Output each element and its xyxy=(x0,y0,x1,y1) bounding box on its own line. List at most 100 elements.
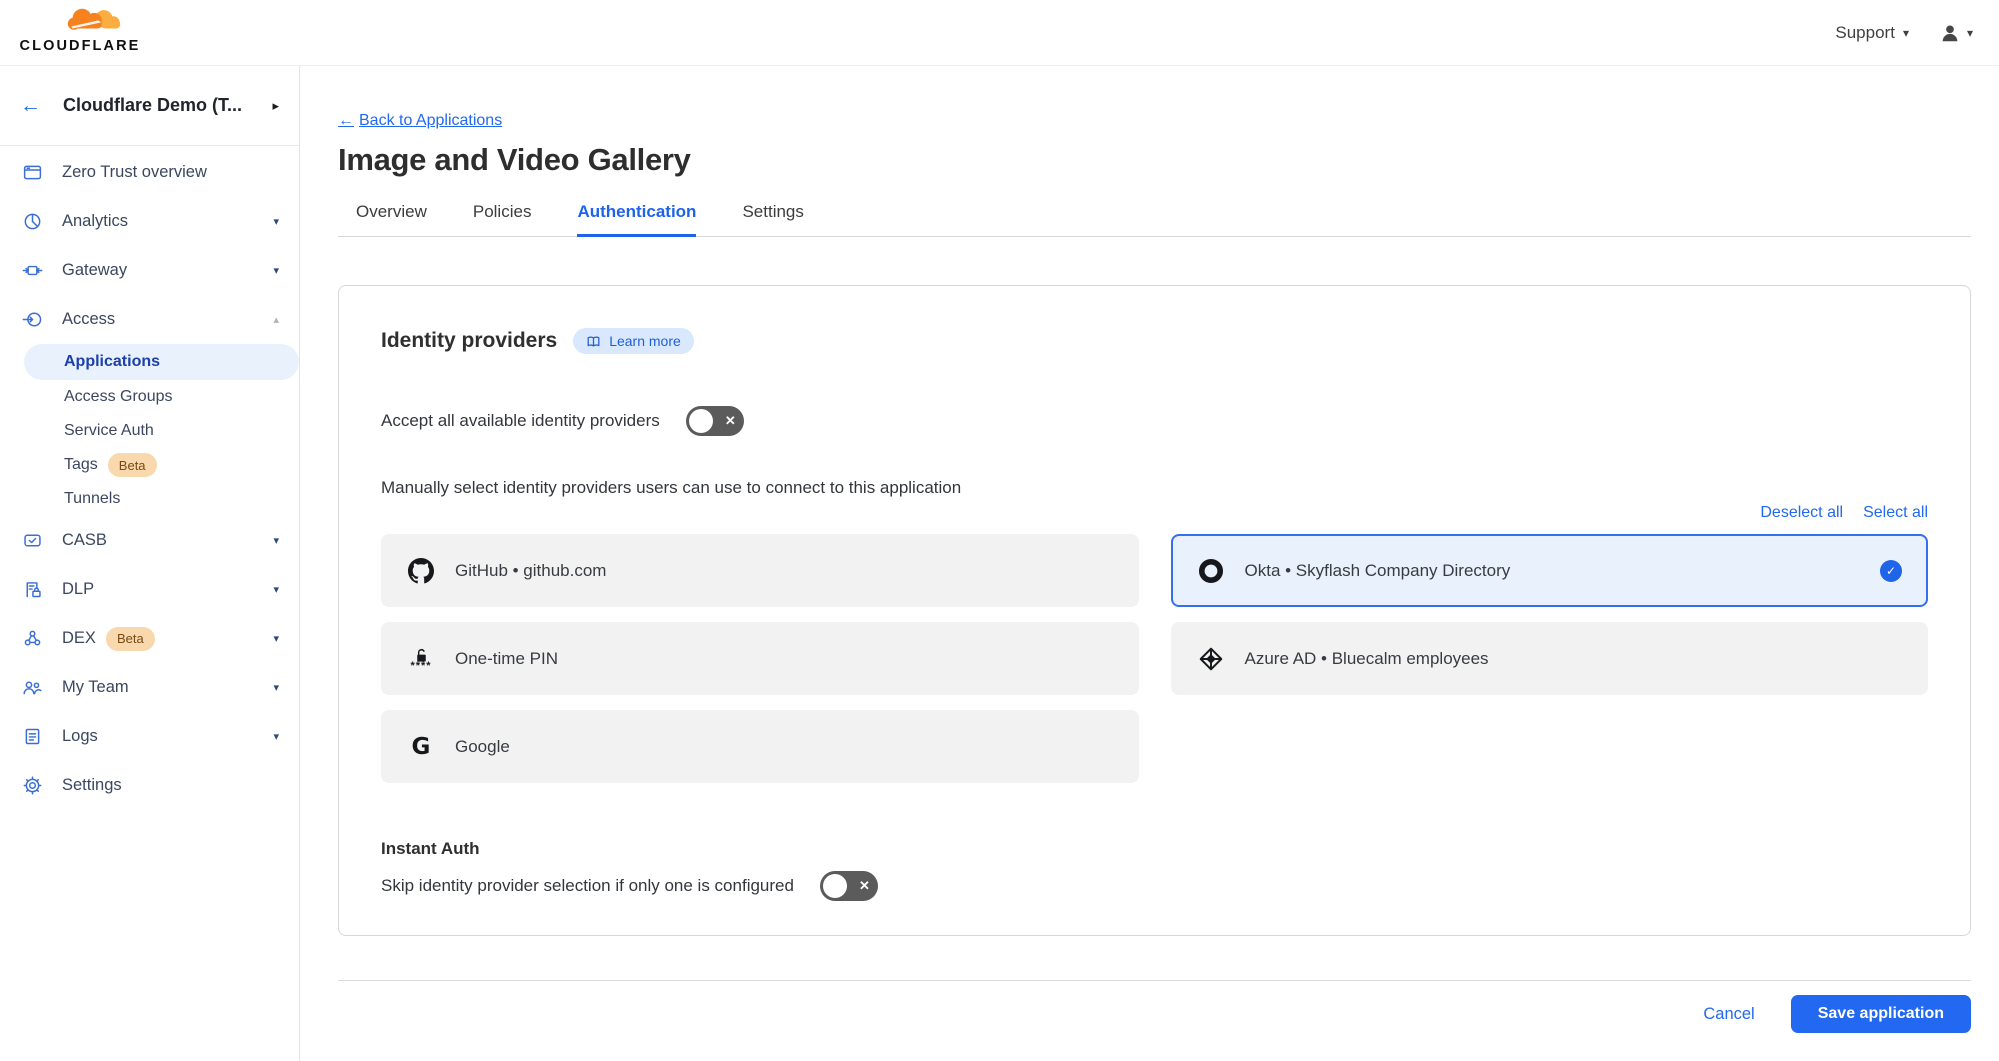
manual-select-label: Manually select identity providers users… xyxy=(381,478,1928,498)
sidebar-item-casb[interactable]: CASB ▾ xyxy=(0,516,299,565)
dex-icon xyxy=(22,628,44,650)
sidebar-item-zero-trust-overview[interactable]: Zero Trust overview xyxy=(0,148,299,197)
chevron-down-icon[interactable]: ▾ xyxy=(273,730,279,743)
sidebar-nav: Zero Trust overview Analytics ▾ Gateway … xyxy=(0,146,299,810)
chevron-down-icon[interactable]: ▾ xyxy=(273,215,279,228)
identity-providers-heading: Identity providers xyxy=(381,329,557,353)
beta-badge: Beta xyxy=(106,627,155,651)
provider-name: Azure AD • Bluecalm employees xyxy=(1245,649,1489,669)
chevron-down-icon[interactable]: ▾ xyxy=(273,681,279,694)
sidebar-item-tags[interactable]: Tags Beta xyxy=(0,448,299,482)
sidebar-item-label: My Team xyxy=(62,678,129,697)
provider-card-azure-ad[interactable]: Azure AD • Bluecalm employees xyxy=(1171,622,1929,695)
sidebar-item-label: Access xyxy=(62,310,115,329)
provider-name: GitHub • github.com xyxy=(455,561,606,581)
sidebar-item-service-auth[interactable]: Service Auth xyxy=(0,414,299,448)
one-time-pin-icon: **** xyxy=(407,648,435,669)
expand-caret-icon[interactable]: ▸ xyxy=(272,98,279,114)
select-all-link[interactable]: Select all xyxy=(1863,504,1928,522)
cloudflare-logo[interactable]: CLOUDFLARE xyxy=(16,4,144,54)
sidebar-item-my-team[interactable]: My Team ▾ xyxy=(0,663,299,712)
chevron-up-icon[interactable]: ▴ xyxy=(273,313,279,326)
logs-icon xyxy=(22,726,44,748)
sidebar-item-label: CASB xyxy=(62,531,107,550)
sidebar-item-label: DLP xyxy=(62,580,94,599)
toggle-knob xyxy=(823,874,847,898)
account-switcher-row: ← Cloudflare Demo (T... ▸ xyxy=(0,66,299,146)
accept-all-label: Accept all available identity providers xyxy=(381,411,660,431)
otp-asterisks: **** xyxy=(410,664,431,669)
sidebar-item-label: Logs xyxy=(62,727,98,746)
chevron-down-icon[interactable]: ▾ xyxy=(273,583,279,596)
selected-check-icon: ✓ xyxy=(1880,560,1902,582)
learn-more-label: Learn more xyxy=(609,333,681,349)
sidebar-item-label: DEX xyxy=(62,629,96,648)
team-icon xyxy=(22,677,44,699)
support-label: Support xyxy=(1835,23,1895,43)
sidebar-subitem-label: Access Groups xyxy=(64,388,172,406)
tab-overview[interactable]: Overview xyxy=(356,202,427,237)
sidebar-item-logs[interactable]: Logs ▾ xyxy=(0,712,299,761)
sidebar-item-label: Zero Trust overview xyxy=(62,163,207,182)
accept-all-toggle[interactable]: ✕ xyxy=(686,406,744,436)
gateway-icon xyxy=(22,260,44,282)
tab-settings[interactable]: Settings xyxy=(742,202,803,237)
analytics-icon xyxy=(22,211,44,233)
sidebar-subitem-label: Tunnels xyxy=(64,490,120,508)
sidebar-item-dlp[interactable]: DLP ▾ xyxy=(0,565,299,614)
footer-divider xyxy=(338,980,1971,981)
sidebar-item-tunnels[interactable]: Tunnels xyxy=(0,482,299,516)
sidebar-item-gateway[interactable]: Gateway ▾ xyxy=(0,246,299,295)
back-arrow-icon[interactable]: ← xyxy=(20,94,41,118)
instant-auth-toggle[interactable]: ✕ xyxy=(820,871,878,901)
toggle-off-x-icon: ✕ xyxy=(725,413,736,429)
provider-card-okta[interactable]: Okta • Skyflash Company Directory ✓ xyxy=(1171,534,1929,607)
chevron-down-icon[interactable]: ▾ xyxy=(273,264,279,277)
overview-icon xyxy=(22,162,44,184)
sidebar-item-access-groups[interactable]: Access Groups xyxy=(0,380,299,414)
provider-name: One-time PIN xyxy=(455,649,558,669)
casb-icon xyxy=(22,530,44,552)
sidebar-item-access[interactable]: Access ▴ xyxy=(0,295,299,344)
back-to-applications-link[interactable]: ← Back to Applications xyxy=(338,112,502,130)
sidebar-subitem-label: Service Auth xyxy=(64,422,154,440)
provider-card-google[interactable]: G Google xyxy=(381,710,1139,783)
dlp-icon xyxy=(22,579,44,601)
book-icon xyxy=(586,334,601,349)
sidebar-subitem-label: Tags xyxy=(64,456,98,474)
topbar: CLOUDFLARE Support ▾ ▾ xyxy=(0,0,1999,66)
toggle-off-x-icon: ✕ xyxy=(859,878,870,894)
deselect-all-link[interactable]: Deselect all xyxy=(1760,504,1843,522)
chevron-down-icon[interactable]: ▾ xyxy=(273,534,279,547)
provider-name: Google xyxy=(455,737,510,757)
provider-name: Okta • Skyflash Company Directory xyxy=(1245,561,1511,581)
chevron-down-icon: ▾ xyxy=(1903,27,1909,39)
tab-authentication[interactable]: Authentication xyxy=(577,202,696,237)
account-name: Cloudflare Demo (T... xyxy=(63,95,242,116)
sidebar-item-analytics[interactable]: Analytics ▾ xyxy=(0,197,299,246)
sidebar: ← Cloudflare Demo (T... ▸ Zero Trust ove… xyxy=(0,66,300,1061)
provider-card-github[interactable]: GitHub • github.com xyxy=(381,534,1139,607)
sidebar-item-applications[interactable]: Applications xyxy=(24,344,299,380)
main-content: ← Back to Applications Image and Video G… xyxy=(300,66,1999,1061)
support-menu[interactable]: Support ▾ xyxy=(1835,23,1909,43)
sidebar-item-settings[interactable]: Settings xyxy=(0,761,299,810)
page-title: Image and Video Gallery xyxy=(338,142,1971,178)
provider-card-one-time-pin[interactable]: **** One-time PIN xyxy=(381,622,1139,695)
sidebar-item-dex[interactable]: DEX Beta ▾ xyxy=(0,614,299,663)
google-icon: G xyxy=(407,734,435,760)
instant-auth-label: Skip identity provider selection if only… xyxy=(381,876,794,896)
brand-wordmark: CLOUDFLARE xyxy=(20,38,141,54)
instant-auth-heading: Instant Auth xyxy=(381,839,1928,859)
cancel-button[interactable]: Cancel xyxy=(1703,1005,1754,1024)
provider-grid: GitHub • github.com Okta • Skyflash Comp… xyxy=(381,534,1928,783)
sidebar-item-label: Gateway xyxy=(62,261,127,280)
tab-policies[interactable]: Policies xyxy=(473,202,532,237)
user-account-menu[interactable]: ▾ xyxy=(1939,22,1973,44)
chevron-down-icon[interactable]: ▾ xyxy=(273,632,279,645)
access-icon xyxy=(22,309,44,331)
cloudflare-cloud-icon xyxy=(58,4,128,38)
learn-more-badge[interactable]: Learn more xyxy=(573,328,694,354)
save-application-button[interactable]: Save application xyxy=(1791,995,1971,1033)
chevron-down-icon: ▾ xyxy=(1967,27,1973,39)
